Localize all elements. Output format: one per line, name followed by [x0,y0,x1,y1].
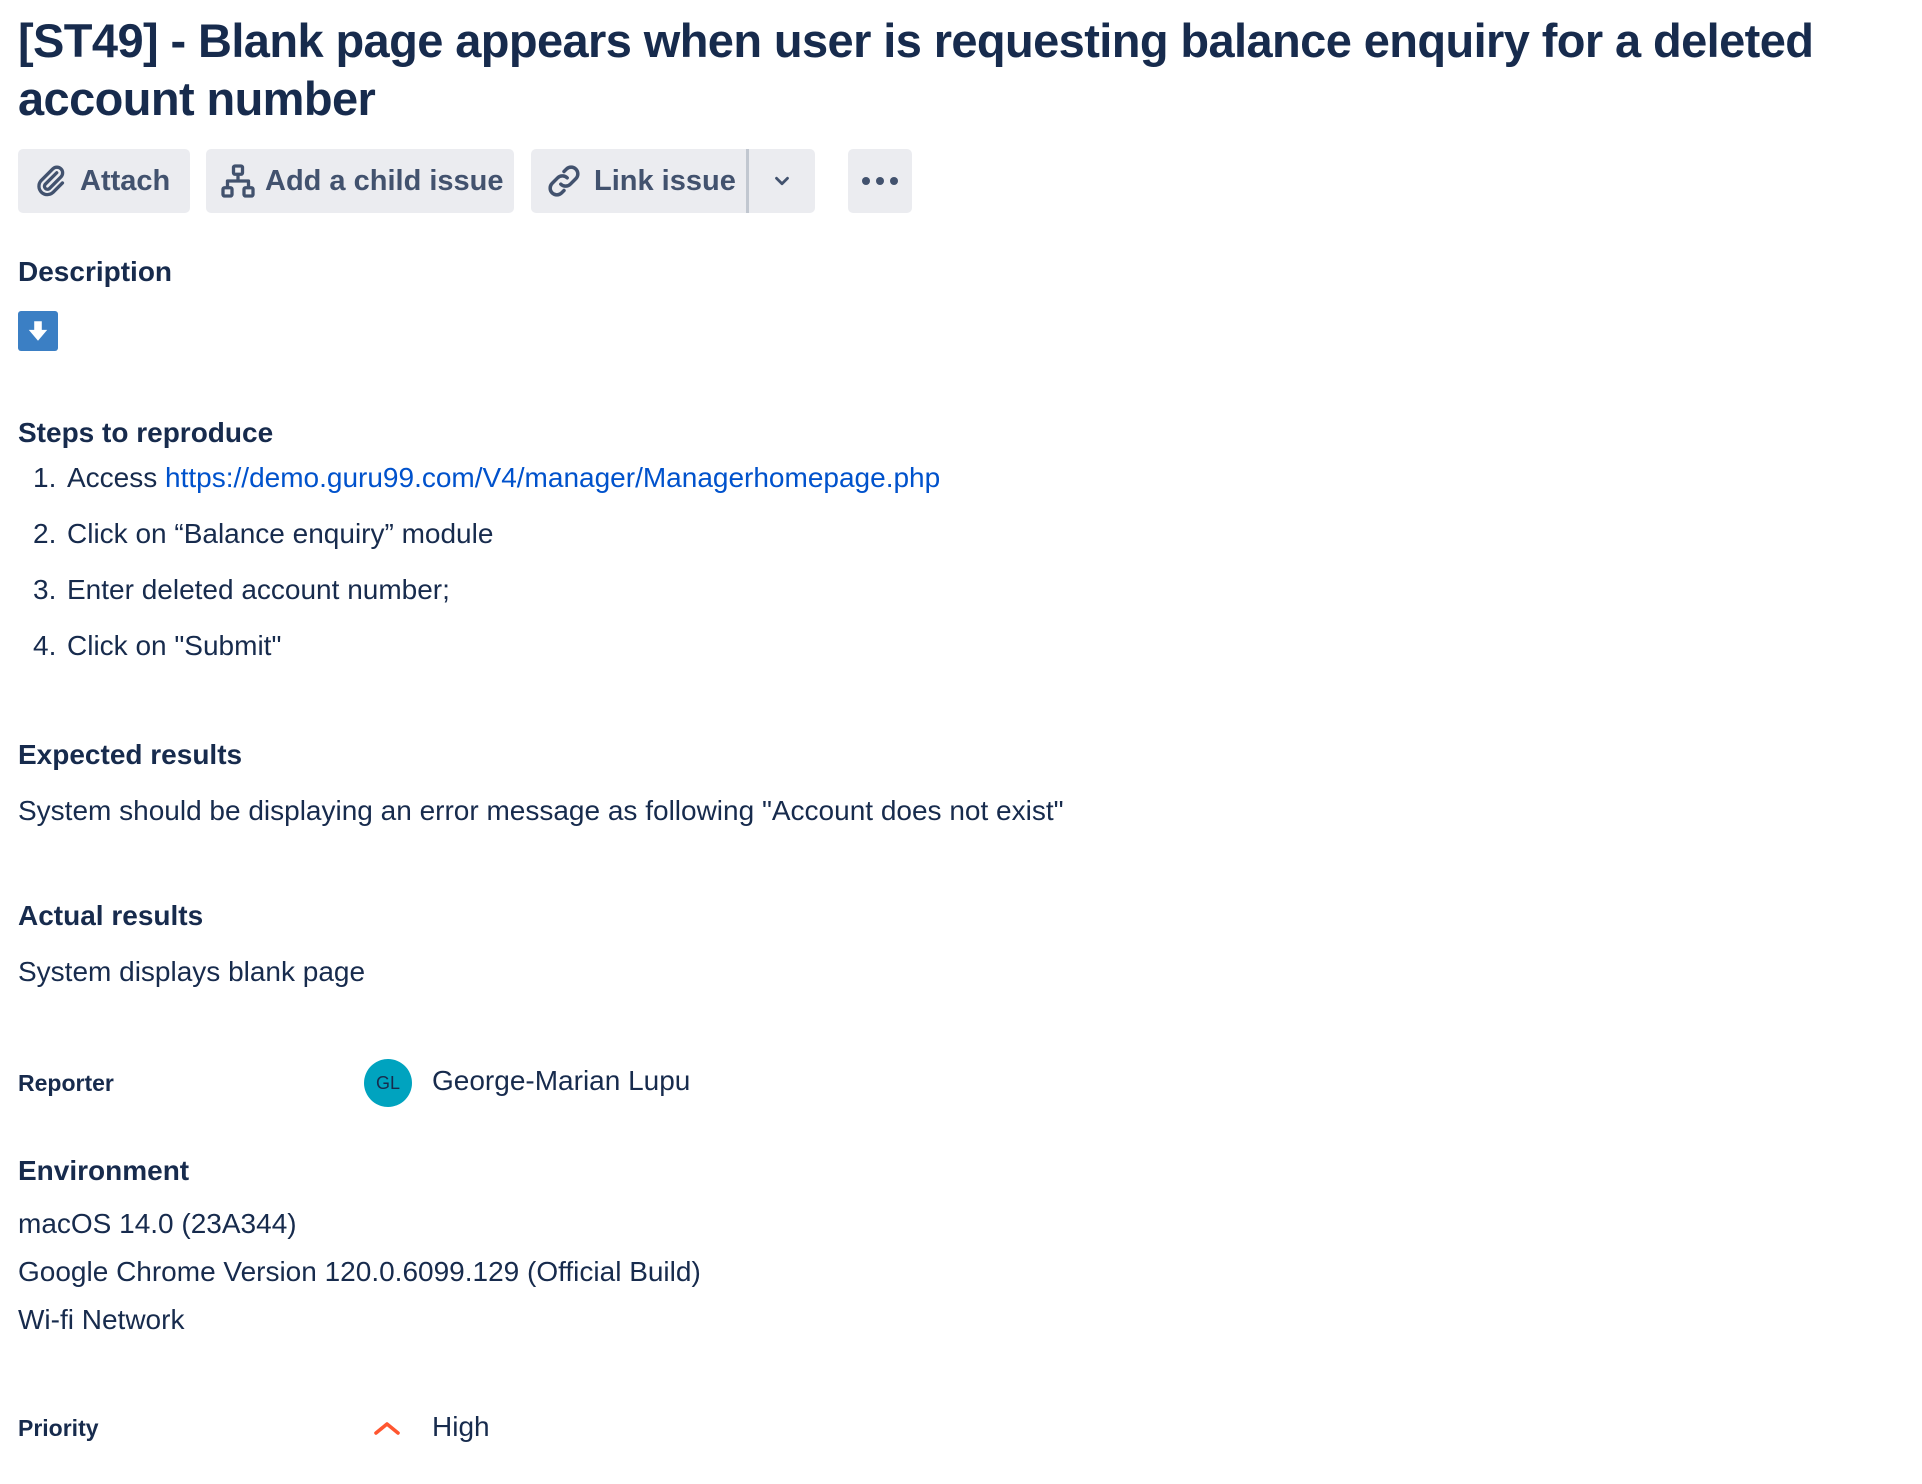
priority-high-icon [374,1422,400,1435]
issue-view: [ST49] - Blank page appears when user is… [0,0,1922,1484]
reporter-label: Reporter [18,1070,114,1096]
chevron-down-icon [775,176,789,186]
priority-value[interactable]: High [432,1411,490,1443]
actual-results-text: System displays blank page [18,956,366,987]
download-arrow-icon [18,311,58,351]
step-text: Click on "Submit" [67,630,282,661]
priority-label: Priority [18,1415,99,1441]
add-child-issue-label: Add a child issue [265,164,504,197]
reporter-name[interactable]: George-Marian Lupu [432,1065,690,1097]
steps-list: 1. Access https://demo.guru99.com/V4/mana… [33,462,940,686]
link-issue-button[interactable]: Link issue [531,149,746,213]
hierarchy-icon [221,164,255,198]
step-number: 4. [33,630,57,661]
steps-heading: Steps to reproduce [18,417,274,448]
step-number: 1. [33,462,57,493]
more-actions-button[interactable] [848,149,912,213]
list-item: 2. Click on “Balance enquiry” module [33,518,940,574]
environment-line: macOS 14.0 (23A344) [18,1208,297,1239]
issue-title[interactable]: [ST49] - Blank page appears when user is… [18,12,1908,128]
add-child-issue-button[interactable]: Add a child issue [206,149,514,213]
list-item: 1. Access https://demo.guru99.com/V4/mana… [33,462,940,518]
step-text: Enter deleted account number; [67,574,450,605]
paperclip-icon [37,165,65,197]
environment-heading: Environment [18,1155,190,1186]
link-issue-dropdown-button[interactable] [749,149,815,213]
expected-results-text: System should be displaying an error mes… [18,795,1064,826]
manager-homepage-link[interactable]: https://demo.guru99.com/V4/manager/Manag… [165,462,940,493]
environment-line: Wi-fi Network [18,1304,185,1335]
avatar[interactable]: GL [364,1059,412,1107]
attach-button[interactable]: Attach [18,149,190,213]
link-issue-label: Link issue [594,164,736,197]
actual-results-heading: Actual results [18,900,204,931]
attach-label: Attach [80,164,171,197]
more-horizontal-icon [862,177,898,185]
expected-results-heading: Expected results [18,739,243,770]
list-item: 3. Enter deleted account number; [33,574,940,630]
environment-line: Google Chrome Version 120.0.6099.129 (Of… [18,1256,701,1287]
step-text: Click on “Balance enquiry” module [67,518,494,549]
link-icon [548,165,580,197]
list-item: 4. Click on "Submit" [33,630,940,686]
step-number: 2. [33,518,57,549]
step-number: 3. [33,574,57,605]
step-text: Access [67,462,166,493]
description-heading: Description [18,256,173,287]
